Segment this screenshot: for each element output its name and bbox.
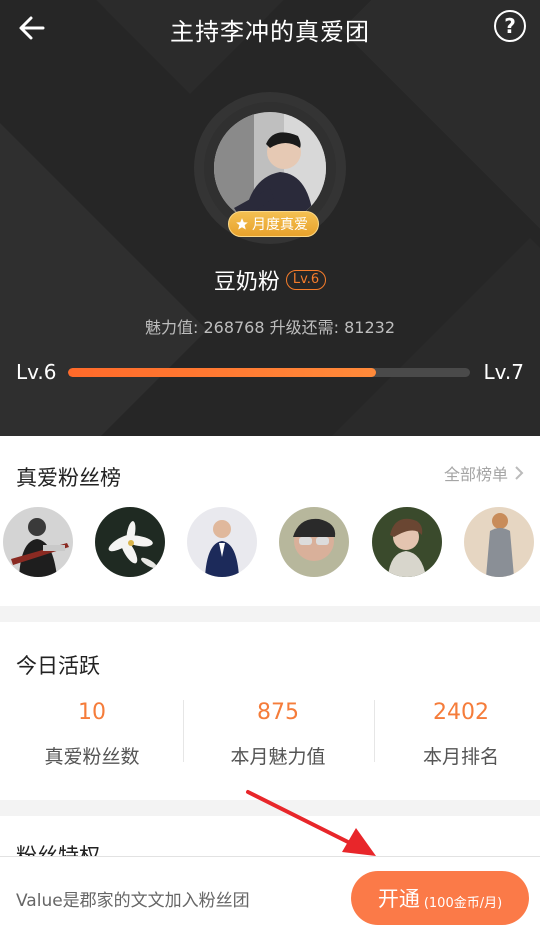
level-progress-fill [68,368,376,377]
level-progress-bar [68,368,470,377]
open-button-label: 开通 [377,887,420,911]
host-avatar-image [214,112,326,224]
chevron-right-icon [515,466,524,480]
star-icon [236,218,248,230]
question-circle-icon: ? [504,14,516,38]
back-button[interactable] [12,8,52,48]
fan-avatar[interactable] [187,507,257,577]
help-button[interactable]: ? [494,10,526,42]
metric-label: 真爱粉丝数 [44,746,140,768]
current-level: Lv.6 [16,360,57,384]
next-level: Lv.7 [483,360,524,384]
price-label: (100金币/月) [423,895,503,911]
back-arrow-icon [19,16,45,40]
today-active-title: 今日活跃 [16,654,100,678]
fan-avatar[interactable] [372,507,442,577]
join-prompt: Value是郡家的文文加入粉丝团 [16,891,250,911]
metric-month-charm: 875 本月魅力值 [188,700,368,769]
fans-rank-title: 真爱粉丝榜 [16,466,121,490]
metric-label: 本月排名 [422,746,499,768]
all-rank-link[interactable]: 全部榜单 [444,461,524,485]
top-bar: 主持李冲的真爱团 ? [0,0,540,56]
all-rank-label: 全部榜单 [443,465,508,484]
fan-avatar[interactable] [464,507,534,577]
fan-avatar[interactable] [95,507,165,577]
fan-avatar[interactable] [3,507,73,577]
open-membership-button[interactable]: 开通 (100金币/月) [351,871,529,925]
badge-label: 月度真爱 [252,217,308,233]
fan-avatar[interactable] [279,507,349,577]
metric-value: 2402 [433,700,489,725]
charm-stats: 魅力值: 268768 升级还需: 81232 [144,318,396,337]
level-tag: Lv.6 [285,270,327,290]
metric-label: 本月魅力值 [230,746,326,768]
username-row: 豆奶粉 Lv.6 [0,264,540,296]
metric-value: 875 [257,700,299,725]
username: 豆奶粉 [213,270,280,295]
monthly-love-badge: 月度真爱 [228,211,319,237]
metric-fans-count: 10 真爱粉丝数 [2,700,182,769]
page-title: 主持李冲的真爱团 [170,18,370,46]
host-avatar[interactable] [214,112,326,224]
metric-value: 10 [78,700,106,725]
divider [183,700,184,762]
metric-month-rank: 2402 本月排名 [371,700,540,769]
